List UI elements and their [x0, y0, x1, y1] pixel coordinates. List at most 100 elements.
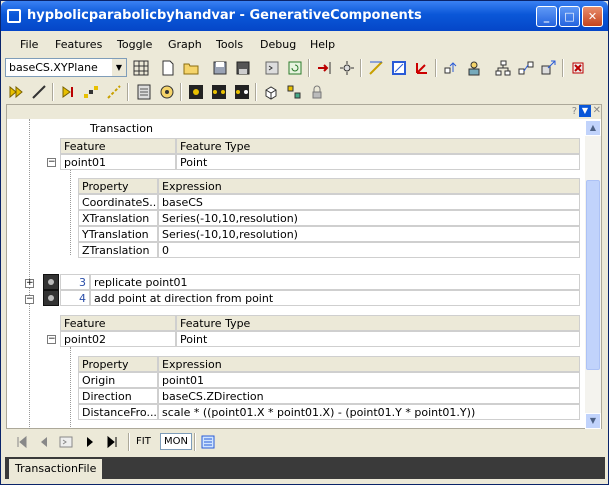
separator: [194, 433, 196, 451]
scroll-down-icon[interactable]: ▼: [585, 413, 601, 429]
line-tool-icon[interactable]: [366, 58, 386, 78]
expression-value[interactable]: Series(-10,10,resolution): [158, 210, 580, 226]
lock-icon[interactable]: [307, 82, 327, 102]
feature-name[interactable]: point02: [60, 331, 176, 347]
fit-button[interactable]: FIT: [136, 436, 151, 447]
document-icon[interactable]: [198, 432, 218, 452]
calculator-icon[interactable]: [134, 82, 154, 102]
step-number: 3: [60, 274, 90, 290]
expand-icon[interactable]: +: [25, 279, 34, 288]
transaction-list: Transaction Feature Feature Type − point…: [7, 119, 585, 429]
points-icon[interactable]: [81, 82, 101, 102]
component-icon[interactable]: [284, 82, 304, 102]
collapse-icon[interactable]: −: [25, 295, 34, 304]
save-all-icon[interactable]: [233, 58, 253, 78]
expression-value[interactable]: baseCS.ZDirection: [158, 388, 580, 404]
step-to-icon[interactable]: [314, 58, 334, 78]
tree-line: [70, 170, 71, 255]
person-icon[interactable]: [464, 58, 484, 78]
menu-toggle[interactable]: Toggle: [117, 38, 152, 51]
step-label[interactable]: add point at direction from point: [90, 290, 580, 306]
expression-header: Expression: [158, 178, 580, 194]
step-marker-icon[interactable]: [43, 290, 59, 306]
chevron-down-icon[interactable]: ▼: [112, 59, 126, 76]
export-icon[interactable]: [539, 58, 559, 78]
scroll-up-icon[interactable]: ▲: [585, 120, 601, 136]
title-bar[interactable]: hypbolicparabolicbyhandvar - GenerativeC…: [1, 1, 608, 31]
node-graph-icon[interactable]: [209, 82, 229, 102]
expression-value[interactable]: baseCS: [158, 194, 580, 210]
record-icon[interactable]: [157, 82, 177, 102]
minimize-button[interactable]: _: [536, 6, 557, 27]
menu-file[interactable]: File: [20, 38, 38, 51]
open-folder-icon[interactable]: [181, 58, 201, 78]
property-name: Direction: [78, 388, 158, 404]
mon-button[interactable]: MON: [160, 433, 192, 450]
close-button[interactable]: ✕: [582, 6, 603, 27]
tab-transactionfile[interactable]: TransactionFile: [9, 459, 103, 479]
separator: [127, 83, 129, 101]
transaction-panel: ? ▼ ✕ Transaction Feature Feature Type −…: [6, 104, 602, 429]
next-icon[interactable]: [80, 432, 100, 452]
cs-select-value: baseCS.XYPlane: [9, 61, 98, 74]
stop-icon[interactable]: [568, 58, 588, 78]
save-icon[interactable]: [210, 58, 230, 78]
menu-tools[interactable]: Tools: [216, 38, 243, 51]
step-next-icon[interactable]: [58, 82, 78, 102]
dropdown-icon[interactable]: ▼: [579, 105, 591, 117]
coordinate-system-icon[interactable]: [412, 58, 432, 78]
refresh-icon[interactable]: [285, 58, 305, 78]
grid-icon[interactable]: [131, 58, 151, 78]
cube-icon[interactable]: [261, 82, 281, 102]
graph-nodes-icon[interactable]: [516, 58, 536, 78]
property-name: Origin: [78, 372, 158, 388]
pen-icon[interactable]: [29, 82, 49, 102]
separator: [360, 59, 362, 77]
expression-value[interactable]: scale * ((point01.X * point01.X) - (poin…: [158, 404, 580, 420]
plane-tool-icon[interactable]: [389, 58, 409, 78]
separator: [562, 59, 564, 77]
expression-value[interactable]: Series(-10,10,resolution): [158, 226, 580, 242]
move-up-icon[interactable]: [441, 58, 461, 78]
separator: [52, 83, 54, 101]
node-star-icon[interactable]: [186, 82, 206, 102]
separator: [128, 433, 130, 451]
cs-select[interactable]: baseCS.XYPlane ▼: [5, 58, 127, 77]
feature-type-header: Feature Type: [176, 315, 580, 331]
toolbar-row-1: baseCS.XYPlane ▼: [1, 55, 608, 81]
close-panel-icon[interactable]: ✕: [593, 105, 601, 116]
collapse-icon[interactable]: −: [47, 335, 56, 344]
property-header: Property: [78, 178, 158, 194]
vertical-scrollbar[interactable]: ▲ ▼: [585, 120, 601, 429]
feature-header: Feature: [60, 138, 176, 154]
expression-value[interactable]: 0: [158, 242, 580, 258]
menu-help[interactable]: Help: [310, 38, 335, 51]
property-header: Property: [78, 356, 158, 372]
hierarchy-icon[interactable]: [493, 58, 513, 78]
play-forward-icon[interactable]: [6, 82, 26, 102]
maximize-button[interactable]: □: [559, 6, 580, 27]
feature-name[interactable]: point01: [60, 154, 176, 170]
scroll-thumb[interactable]: [586, 180, 600, 370]
expression-value[interactable]: point01: [158, 372, 580, 388]
property-name: DistanceFro...: [78, 404, 158, 420]
app-window: hypbolicparabolicbyhandvar - GenerativeC…: [0, 0, 609, 485]
step-marker-icon[interactable]: [43, 274, 59, 290]
step-label[interactable]: replicate point01: [90, 274, 580, 290]
script-icon[interactable]: [262, 58, 282, 78]
menu-features[interactable]: Features: [55, 38, 102, 51]
previous-icon[interactable]: [34, 432, 54, 452]
menu-graph[interactable]: Graph: [168, 38, 202, 51]
step-over-icon[interactable]: [56, 432, 76, 452]
burst-icon[interactable]: [337, 58, 357, 78]
separator: [255, 83, 257, 101]
collapse-icon[interactable]: −: [47, 158, 56, 167]
dashed-line-icon[interactable]: [104, 82, 124, 102]
new-file-icon[interactable]: [158, 58, 178, 78]
property-name: ZTranslation: [78, 242, 158, 258]
first-icon[interactable]: [12, 432, 32, 452]
menu-debug[interactable]: Debug: [260, 38, 296, 51]
last-icon[interactable]: [102, 432, 122, 452]
node-link-icon[interactable]: [232, 82, 252, 102]
help-icon[interactable]: ?: [572, 106, 577, 117]
